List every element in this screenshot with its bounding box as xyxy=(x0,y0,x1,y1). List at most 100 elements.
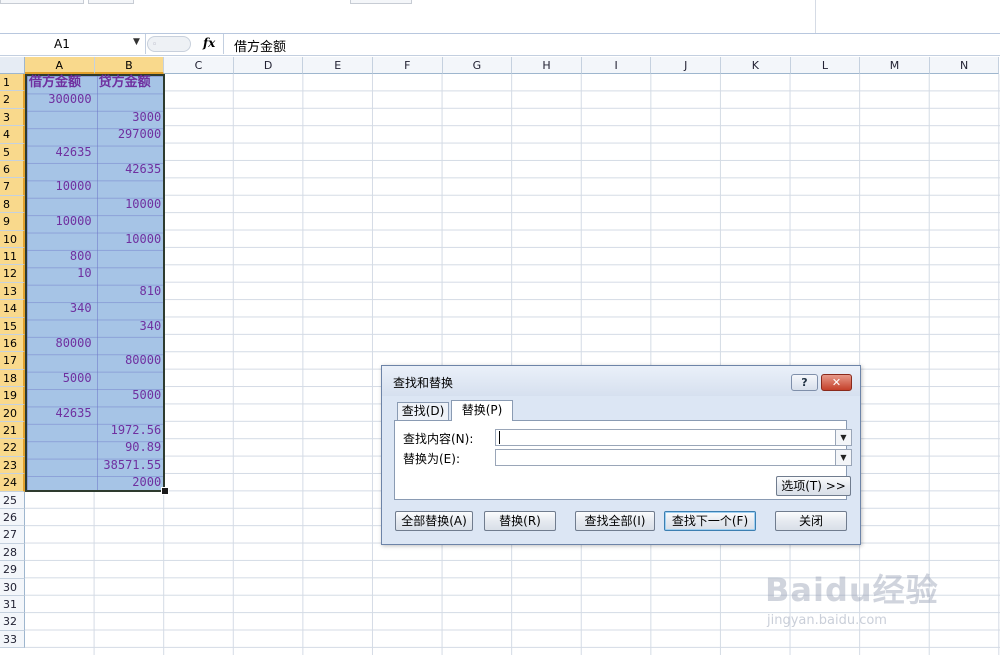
row-header-21[interactable]: 21 xyxy=(0,422,25,440)
row-header-4[interactable]: 4 xyxy=(0,126,25,144)
row-header-17[interactable]: 17 xyxy=(0,352,25,370)
row-header-13[interactable]: 13 xyxy=(0,282,25,301)
insert-function-icon[interactable]: fx xyxy=(203,36,215,50)
cell-b3[interactable]: 3000 xyxy=(95,109,165,126)
find-all-button[interactable]: 查找全部(I) xyxy=(575,511,655,531)
cell-b17[interactable]: 80000 xyxy=(95,352,165,369)
row-header-15[interactable]: 15 xyxy=(0,317,25,335)
row-header-25[interactable]: 25 xyxy=(0,491,25,509)
row-header-19[interactable]: 19 xyxy=(0,387,25,405)
cell-b1[interactable]: 贷方金额 xyxy=(95,74,169,91)
column-header-g[interactable]: G xyxy=(442,57,513,74)
row-header-18[interactable]: 18 xyxy=(0,369,25,388)
row-header-27[interactable]: 27 xyxy=(0,526,25,544)
column-header-b[interactable]: B xyxy=(94,57,165,74)
help-button[interactable]: ? xyxy=(791,374,818,391)
column-header-n[interactable]: N xyxy=(929,57,1000,74)
column-header-m[interactable]: M xyxy=(860,57,930,74)
row-header-20[interactable]: 20 xyxy=(0,404,25,422)
row-header-24[interactable]: 24 xyxy=(0,474,25,492)
formula-input[interactable]: 借方金额 xyxy=(234,36,286,55)
cell-a12[interactable]: 10 xyxy=(25,265,95,282)
column-header-c[interactable]: C xyxy=(164,57,234,74)
tab-replace[interactable]: 替换(P) xyxy=(451,400,513,421)
ribbon-control[interactable] xyxy=(350,0,412,4)
cell-a7[interactable]: 10000 xyxy=(25,178,95,195)
column-header-e[interactable]: E xyxy=(303,57,373,74)
row-header-28[interactable]: 28 xyxy=(0,543,25,562)
name-box[interactable]: A1 ▼ xyxy=(0,34,146,54)
row-header-11[interactable]: 11 xyxy=(0,248,25,266)
cell-b6[interactable]: 42635 xyxy=(95,161,165,178)
column-header-i[interactable]: I xyxy=(581,57,652,74)
close-icon[interactable]: ✕ xyxy=(821,374,852,391)
cell-a5[interactable]: 42635 xyxy=(25,144,95,161)
watermark-url: jingyan.baidu.com xyxy=(767,613,887,628)
cell-a11[interactable]: 800 xyxy=(25,248,95,265)
find-replace-dialog: 查找和替换 ? ✕ 查找(D) 替换(P) 查找内容(N): ▼ 替换为(E):… xyxy=(381,365,861,545)
cell-b10[interactable]: 10000 xyxy=(95,231,165,248)
close-button[interactable]: 关闭 xyxy=(775,511,847,531)
row-header-2[interactable]: 2 xyxy=(0,91,25,109)
ribbon-divider xyxy=(815,0,816,33)
column-header-h[interactable]: H xyxy=(512,57,582,74)
column-header-f[interactable]: F xyxy=(373,57,443,74)
row-header-7[interactable]: 7 xyxy=(0,178,25,196)
column-header-a[interactable]: A xyxy=(25,57,95,74)
chevron-down-icon[interactable]: ▼ xyxy=(133,37,140,47)
row-header-30[interactable]: 30 xyxy=(0,578,25,596)
cell-b21[interactable]: 1972.56 xyxy=(95,422,165,439)
row-header-14[interactable]: 14 xyxy=(0,300,25,318)
row-header-22[interactable]: 22 xyxy=(0,439,25,457)
find-next-button[interactable]: 查找下一个(F) xyxy=(664,511,756,531)
cell-a18[interactable]: 5000 xyxy=(25,370,95,387)
options-button[interactable]: 选项(T) >> xyxy=(776,476,851,496)
ribbon-control[interactable] xyxy=(88,0,134,4)
row-header-32[interactable]: 32 xyxy=(0,613,25,631)
ribbon-control[interactable] xyxy=(0,0,84,4)
cell-a2[interactable]: 300000 xyxy=(25,91,95,108)
row-header-12[interactable]: 12 xyxy=(0,265,25,283)
column-header-k[interactable]: K xyxy=(721,57,791,74)
row-header-26[interactable]: 26 xyxy=(0,509,25,527)
row-header-31[interactable]: 31 xyxy=(0,596,25,614)
formula-bar: A1 ▼ ◦ fx 借方金额 xyxy=(0,34,1000,56)
row-header-10[interactable]: 10 xyxy=(0,230,25,248)
cell-b22[interactable]: 90.89 xyxy=(95,439,165,456)
chevron-down-icon[interactable]: ▼ xyxy=(835,450,851,465)
cell-b13[interactable]: 810 xyxy=(95,283,165,300)
column-header-d[interactable]: D xyxy=(233,57,304,74)
replace-button[interactable]: 替换(R) xyxy=(484,511,556,531)
tab-find[interactable]: 查找(D) xyxy=(397,402,449,420)
cell-a1[interactable]: 借方金额 xyxy=(25,74,99,91)
row-header-1[interactable]: 1 xyxy=(0,74,25,92)
cell-b23[interactable]: 38571.55 xyxy=(95,457,165,474)
formula-bar-handle[interactable]: ◦ xyxy=(147,36,191,52)
cell-a14[interactable]: 340 xyxy=(25,300,95,317)
column-header-j[interactable]: J xyxy=(651,57,721,74)
row-header-8[interactable]: 8 xyxy=(0,195,25,214)
replace-all-button[interactable]: 全部替换(A) xyxy=(395,511,473,531)
row-header-9[interactable]: 9 xyxy=(0,213,25,231)
replace-with-input[interactable]: ▼ xyxy=(495,449,852,466)
chevron-down-icon[interactable]: ▼ xyxy=(835,430,851,445)
row-header-23[interactable]: 23 xyxy=(0,456,25,475)
row-header-6[interactable]: 6 xyxy=(0,161,25,179)
row-header-29[interactable]: 29 xyxy=(0,561,25,579)
cell-b8[interactable]: 10000 xyxy=(95,196,165,213)
dialog-titlebar[interactable]: 查找和替换 ? ✕ xyxy=(382,366,860,396)
column-header-l[interactable]: L xyxy=(790,57,861,74)
cell-b24[interactable]: 2000 xyxy=(95,474,165,491)
cell-a16[interactable]: 80000 xyxy=(25,335,95,352)
select-all-corner[interactable] xyxy=(0,57,25,74)
row-header-5[interactable]: 5 xyxy=(0,143,25,161)
cell-b4[interactable]: 297000 xyxy=(95,126,165,143)
cell-a20[interactable]: 42635 xyxy=(25,405,95,422)
cell-a9[interactable]: 10000 xyxy=(25,213,95,230)
row-header-33[interactable]: 33 xyxy=(0,630,25,649)
cell-b15[interactable]: 340 xyxy=(95,318,165,335)
cell-b19[interactable]: 5000 xyxy=(95,387,165,404)
find-what-input[interactable]: ▼ xyxy=(495,429,852,446)
row-header-3[interactable]: 3 xyxy=(0,108,25,127)
row-header-16[interactable]: 16 xyxy=(0,335,25,353)
